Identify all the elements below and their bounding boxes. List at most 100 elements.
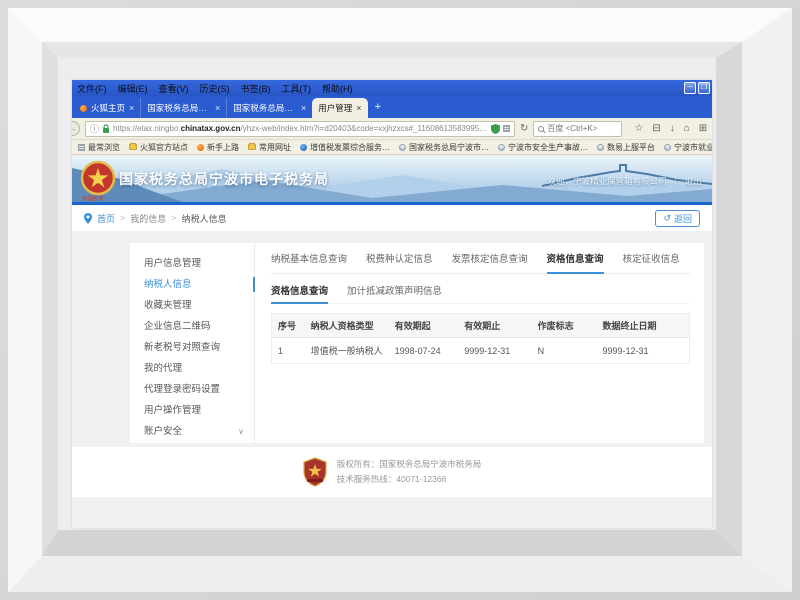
window-controls: ─ ❐ — [684, 82, 710, 94]
menu-file[interactable]: 文件(F) — [77, 82, 107, 95]
browser-menubar: 文件(F) 编辑(E) 查看(V) 历史(S) 书签(B) 工具(T) 帮助(H… — [72, 80, 712, 96]
globe-icon — [664, 144, 671, 151]
tab-assessed-collection[interactable]: 核定征收信息 — [623, 251, 680, 273]
sidebar-item-tax-number-lookup[interactable]: 新老税号对照查询 — [130, 337, 254, 358]
divider: ｜ — [671, 175, 680, 187]
cell-valid-from: 1998-07-24 — [389, 338, 459, 364]
breadcrumb: 首页 > 我的信息 > 纳税人信息 ↺ 返回 — [72, 205, 712, 231]
firefox-icon — [80, 105, 87, 112]
sidebar-item-my-agent[interactable]: 我的代理 — [130, 358, 254, 379]
back-button[interactable]: ↺ 返回 — [655, 210, 700, 227]
tab-etax-2[interactable]: 国家税务总局宁波市电子税务局 × — [226, 98, 312, 118]
menu-view[interactable]: 查看(V) — [159, 82, 189, 95]
bookmark-vat-invoice[interactable]: 增值税发票综合服务… — [300, 142, 390, 153]
back-button-label: 返回 — [674, 212, 692, 225]
tab-firefox-home[interactable]: 火狐主页 × — [74, 98, 140, 118]
sidebar-item-user-info[interactable]: 用户信息管理 — [130, 253, 254, 274]
menu-edit[interactable]: 编辑(E) — [118, 82, 148, 95]
breadcrumb-my-info[interactable]: 我的信息 — [130, 212, 166, 225]
bookmark-common-urls[interactable]: 常用网址 — [248, 142, 291, 153]
menu-help[interactable]: 帮助(H) — [322, 82, 353, 95]
bookmark-tax-ningbo[interactable]: 国家税务总局宁波市… — [399, 142, 489, 153]
folder-icon — [129, 144, 137, 150]
bookmark-employment[interactable]: 宁波市就业管理网上… — [664, 142, 712, 153]
home-icon[interactable]: ⌂ — [684, 123, 690, 134]
sidebar-item-favorites[interactable]: 收藏夹管理 — [130, 295, 254, 316]
browser-tabbar: 火狐主页 × 国家税务总局宁波市电子税务局 × 国家税务总局宁波市电子税务局 ×… — [72, 96, 712, 118]
new-tab-button[interactable]: + — [368, 101, 388, 113]
qualification-table: 序号 纳税人资格类型 有效期起 有效期止 作废标志 数据终止日期 1 增值税一般… — [271, 313, 690, 364]
bookmark-firefox-official[interactable]: 火狐官方站点 — [129, 142, 188, 153]
tab-label: 国家税务总局宁波市电子税务局 — [147, 102, 211, 114]
sidebar-menu: 用户信息管理 纳税人信息 收藏夹管理 企业信息二维码 新老税号对照查询 我的代理… — [130, 243, 255, 443]
col-qualification-type: 纳税人资格类型 — [305, 314, 389, 338]
close-tab-icon[interactable]: × — [129, 103, 134, 113]
tax-shield-emblem — [303, 457, 327, 487]
col-data-end-date: 数据终止日期 — [597, 314, 690, 338]
reader-grid-icon[interactable] — [503, 125, 510, 132]
sidebar-item-taxpayer-info[interactable]: 纳税人信息 — [130, 274, 254, 295]
site-title: 国家税务总局宁波市电子税务局 — [119, 169, 329, 189]
sidebar-item-account-security[interactable]: 账户安全 ∨ — [130, 421, 254, 442]
national-emblem-logo — [80, 160, 116, 196]
main-panel: 纳税基本信息查询 税费种认定信息 发票核定信息查询 资格信息查询 核定征收信息 … — [255, 243, 704, 443]
col-void-flag: 作废标志 — [532, 314, 597, 338]
sidebar-item-qr-code[interactable]: 企业信息二维码 — [130, 316, 254, 337]
tab-tax-category[interactable]: 税费种认定信息 — [366, 251, 433, 273]
tab-user-management-active[interactable]: 用户管理 × — [312, 98, 367, 118]
url-bar[interactable]: ⓘ https://etax.ningbo.chinatax.gov.cn/yh… — [85, 121, 515, 137]
bookmark-most-visited[interactable]: 最常浏览 — [78, 142, 120, 153]
col-valid-from: 有效期起 — [389, 314, 459, 338]
close-tab-icon[interactable]: × — [356, 103, 361, 113]
cell-data-end-date: 9999-12-31 — [597, 338, 690, 364]
tab-basic-tax-info[interactable]: 纳税基本信息查询 — [271, 251, 347, 273]
back-icon[interactable]: ← — [72, 121, 80, 136]
cell-qualification-type: 增值税一般纳税人 — [305, 338, 389, 364]
shield-icon[interactable] — [491, 124, 500, 134]
firefox-icon — [197, 144, 204, 151]
menu-bookmarks[interactable]: 书签(B) — [241, 82, 271, 95]
menu-tools[interactable]: 工具(T) — [282, 82, 312, 95]
tab-label: 国家税务总局宁波市电子税务局 — [233, 102, 297, 114]
breadcrumb-separator: > — [171, 213, 176, 223]
sidebar-item-agent-password[interactable]: 代理登录密码设置 — [130, 379, 254, 400]
minimize-button[interactable]: ─ — [684, 82, 696, 94]
library-icon[interactable]: ⊟ — [652, 123, 660, 134]
download-icon[interactable]: ↓ — [670, 123, 675, 134]
menu-history[interactable]: 历史(S) — [200, 82, 230, 95]
grid-icon — [78, 144, 85, 151]
screenshots-icon[interactable]: ⊞ — [699, 123, 707, 134]
logout-link[interactable]: 退出 — [685, 175, 702, 187]
tab-qualification-info[interactable]: 资格信息查询 — [547, 251, 604, 274]
maximize-button[interactable]: ❐ — [698, 82, 710, 94]
tab-label: 火狐主页 — [91, 102, 125, 114]
return-icon: ↺ — [663, 213, 671, 224]
user-session-area: 欢迎，宁波精业保管箱有限公司 ｜ 退出 — [547, 175, 702, 187]
bookmark-star-icon[interactable]: ☆ — [634, 123, 643, 134]
main-tab-strip: 纳税基本信息查询 税费种认定信息 发票核定信息查询 资格信息查询 核定征收信息 — [271, 251, 690, 274]
breadcrumb-home-link[interactable]: 首页 — [97, 212, 115, 225]
close-tab-icon[interactable]: × — [215, 103, 220, 113]
browser-navbar: ← ⓘ https://etax.ningbo.chinatax.gov.cn/… — [72, 118, 712, 140]
globe-icon — [498, 144, 505, 151]
close-tab-icon[interactable]: × — [301, 103, 306, 113]
subtab-deduction-policy[interactable]: 加计抵减政策声明信息 — [347, 283, 442, 303]
tab-label: 用户管理 — [318, 102, 352, 114]
tab-etax-1[interactable]: 国家税务总局宁波市电子税务局 × — [140, 98, 226, 118]
url-text: https://etax.ningbo.chinatax.gov.cn/yhzx… — [113, 124, 488, 133]
bookmark-safety[interactable]: 宁波市安全生产事故… — [498, 142, 588, 153]
info-icon[interactable]: ⓘ — [90, 122, 99, 135]
bookmark-getting-started[interactable]: 新手上路 — [197, 142, 239, 153]
sidebar-item-user-operations[interactable]: 用户操作管理 — [130, 400, 254, 421]
reload-icon[interactable]: ↻ — [520, 123, 528, 134]
logo-caption: 中国税务 — [82, 194, 104, 202]
bookmark-service-platform[interactable]: 数易上服平台 — [597, 142, 655, 153]
chevron-down-icon: ∨ — [238, 421, 244, 442]
search-input[interactable] — [547, 124, 617, 133]
subtab-qualification-query[interactable]: 资格信息查询 — [271, 283, 328, 304]
col-valid-to: 有效期止 — [458, 314, 531, 338]
content-card: 用户信息管理 纳税人信息 收藏夹管理 企业信息二维码 新老税号对照查询 我的代理… — [130, 243, 704, 443]
tab-invoice-verification[interactable]: 发票核定信息查询 — [452, 251, 528, 273]
cell-valid-to: 9999-12-31 — [458, 338, 531, 364]
toolbar-icons: ☆ ⊟ ↓ ⌂ ⊞ ✉ ↺ ▾ — [634, 123, 712, 134]
